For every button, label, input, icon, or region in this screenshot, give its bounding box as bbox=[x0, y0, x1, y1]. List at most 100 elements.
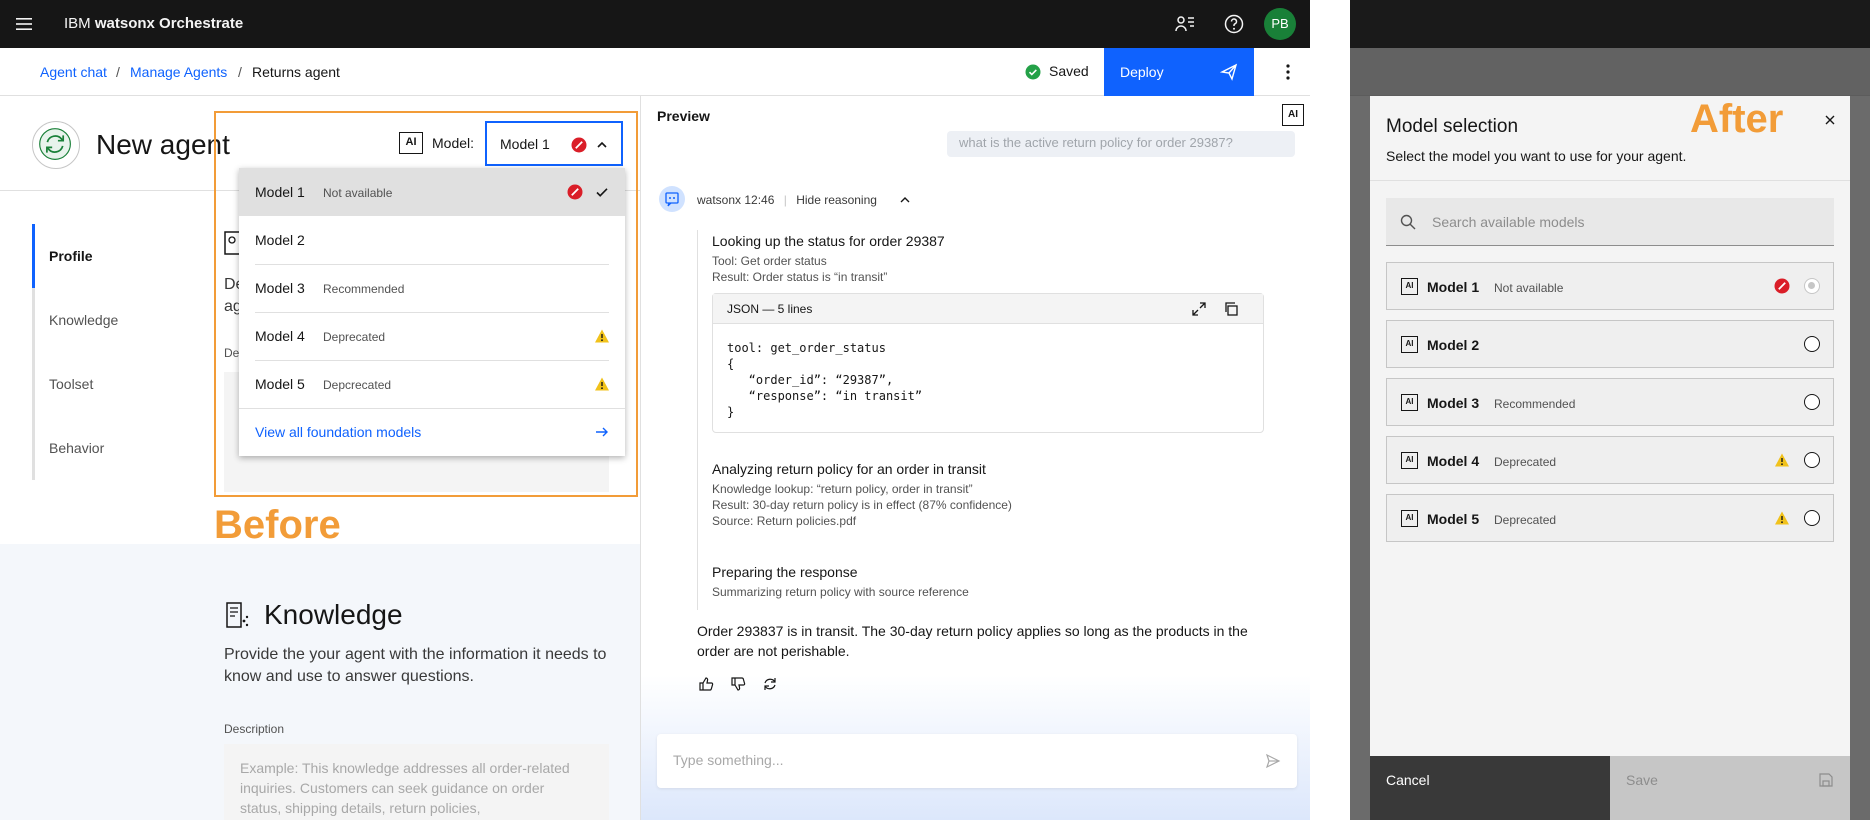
ai-badge: AI bbox=[1282, 104, 1304, 126]
save-button[interactable]: Save bbox=[1610, 756, 1850, 820]
knowledge-description-label: Description bbox=[224, 722, 285, 736]
radio-button[interactable] bbox=[1804, 336, 1820, 352]
ai-icon: AI bbox=[1401, 452, 1418, 469]
cancel-button[interactable]: Cancel bbox=[1370, 756, 1610, 820]
model-option-name: Model 4 bbox=[1427, 453, 1480, 469]
modal-title: Model selection bbox=[1386, 116, 1519, 137]
bot-avatar bbox=[659, 186, 685, 212]
model-option-name: Model 5 bbox=[1427, 511, 1480, 527]
radio-button-disabled bbox=[1804, 278, 1820, 294]
breadcrumb-separator: / bbox=[238, 64, 242, 80]
reasoning-step-detail: Source: Return policies.pdf bbox=[712, 514, 857, 528]
sidenav-item-profile[interactable]: Profile bbox=[32, 224, 182, 288]
before-app-window: IBM watsonx Orchestrate PB Agent chat / … bbox=[0, 0, 1310, 820]
model-option-name: Model 1 bbox=[1427, 279, 1480, 295]
copy-icon[interactable] bbox=[1223, 301, 1239, 317]
radio-button[interactable] bbox=[1804, 452, 1820, 468]
model-option-status: Deprecated bbox=[1494, 513, 1557, 527]
knowledge-description: Provide the your agent with the informat… bbox=[224, 646, 607, 685]
knowledge-description-input[interactable]: Example: This knowledge addresses all or… bbox=[224, 744, 609, 820]
regenerate-icon[interactable] bbox=[762, 676, 778, 692]
product-name[interactable]: IBM watsonx Orchestrate bbox=[64, 15, 243, 32]
deploy-button[interactable]: Deploy bbox=[1104, 48, 1254, 96]
radio-button[interactable] bbox=[1804, 394, 1820, 410]
dimmed-header bbox=[1350, 0, 1870, 48]
model-option-5[interactable]: AI Model 5 Deprecated bbox=[1386, 494, 1834, 542]
thumbs-up-icon[interactable] bbox=[698, 676, 714, 692]
warning-icon bbox=[1775, 453, 1789, 467]
reasoning-step-title: Analyzing return policy for an order in … bbox=[712, 461, 986, 477]
overflow-menu-icon[interactable] bbox=[1280, 62, 1296, 82]
chat-input-placeholder: Type something... bbox=[673, 752, 784, 768]
bot-message-meta: watsonx 12:46 | Hide reasoning bbox=[697, 193, 877, 207]
error-icon bbox=[1774, 278, 1790, 294]
breadcrumb-separator: / bbox=[116, 64, 120, 80]
top-header: IBM watsonx Orchestrate PB bbox=[0, 0, 1310, 48]
radio-button[interactable] bbox=[1804, 510, 1820, 526]
sidenav-item-knowledge[interactable]: Knowledge bbox=[32, 288, 182, 352]
send-icon bbox=[1220, 63, 1238, 81]
model-search-input[interactable]: Search available models bbox=[1386, 198, 1834, 246]
sidenav-item-toolset[interactable]: Toolset bbox=[32, 352, 182, 416]
ai-icon: AI bbox=[1401, 336, 1418, 353]
after-annotation-label: After bbox=[1690, 97, 1784, 141]
chat-bot-icon bbox=[665, 192, 679, 207]
bot-answer: Order 293837 is in transit. The 30-day r… bbox=[697, 623, 1248, 659]
knowledge-title: Knowledge bbox=[264, 599, 403, 630]
model-option-status: Not available bbox=[1494, 281, 1564, 295]
saved-status: Saved bbox=[1049, 63, 1089, 79]
ai-icon: AI bbox=[1401, 394, 1418, 411]
reasoning-step-title: Looking up the status for order 29387 bbox=[712, 233, 945, 249]
model-option-3[interactable]: AI Model 3 Recommended bbox=[1386, 378, 1834, 426]
code-snippet-card: JSON — 5 lines tool: get_order_status { … bbox=[712, 293, 1264, 433]
preview-title: Preview bbox=[657, 108, 710, 124]
warning-icon bbox=[1775, 511, 1789, 525]
close-icon[interactable] bbox=[1822, 112, 1838, 128]
comparison-gap bbox=[1310, 0, 1350, 820]
reasoning-step-title: Preparing the response bbox=[712, 564, 858, 580]
bot-time: 12:46 bbox=[744, 193, 775, 207]
menu-icon[interactable] bbox=[14, 14, 34, 34]
chevron-up-icon[interactable] bbox=[899, 194, 911, 206]
before-annotation-label: Before bbox=[214, 503, 341, 547]
breadcrumb-agent-chat[interactable]: Agent chat bbox=[40, 64, 107, 80]
bot-name: watsonx bbox=[697, 193, 742, 207]
model-option-status: Recommended bbox=[1494, 397, 1576, 411]
help-icon[interactable] bbox=[1222, 12, 1246, 36]
agent-avatar bbox=[32, 121, 80, 169]
breadcrumb-current: Returns agent bbox=[252, 64, 340, 80]
before-highlight-box bbox=[214, 111, 638, 497]
refresh-icon bbox=[39, 128, 71, 160]
user-avatar[interactable]: PB bbox=[1264, 8, 1296, 40]
model-option-name: Model 2 bbox=[1427, 337, 1480, 353]
sidenav-item-behavior[interactable]: Behavior bbox=[32, 416, 182, 480]
code-snippet-header: JSON — 5 lines bbox=[713, 294, 1263, 324]
model-option-1[interactable]: AI Model 1 Not available bbox=[1386, 262, 1834, 310]
modal-divider bbox=[1370, 180, 1850, 181]
reasoning-step-detail: Knowledge lookup: “return policy, order … bbox=[712, 482, 973, 496]
knowledge-description-placeholder: Example: This knowledge addresses all or… bbox=[240, 760, 570, 816]
user-message-bubble: what is the active return policy for ord… bbox=[947, 131, 1295, 157]
reasoning-step-detail: Result: Order status is “in transit” bbox=[712, 270, 888, 284]
code-snippet-body: tool: get_order_status { “order_id”: “29… bbox=[727, 341, 923, 419]
breadcrumb-manage-agents[interactable]: Manage Agents bbox=[130, 64, 227, 80]
knowledge-icon bbox=[226, 602, 249, 628]
reasoning-rail bbox=[697, 230, 698, 610]
chat-input[interactable]: Type something... bbox=[657, 734, 1297, 788]
modal-subtitle: Select the model you want to use for you… bbox=[1386, 148, 1687, 164]
thumbs-down-icon[interactable] bbox=[730, 676, 746, 692]
model-option-status: Deprecated bbox=[1494, 455, 1557, 469]
reasoning-step-detail: Result: 30-day return policy is in effec… bbox=[712, 498, 1012, 512]
reasoning-step-detail: Tool: Get order status bbox=[712, 254, 827, 268]
model-option-2[interactable]: AI Model 2 bbox=[1386, 320, 1834, 368]
ai-icon: AI bbox=[1401, 278, 1418, 295]
ai-icon: AI bbox=[1401, 510, 1418, 527]
model-option-4[interactable]: AI Model 4 Deprecated bbox=[1386, 436, 1834, 484]
reasoning-step-detail: Summarizing return policy with source re… bbox=[712, 585, 969, 599]
hide-reasoning-toggle[interactable]: Hide reasoning bbox=[796, 193, 877, 207]
send-icon[interactable] bbox=[1265, 753, 1281, 769]
search-icon bbox=[1400, 214, 1416, 230]
user-switch-icon[interactable] bbox=[1173, 12, 1197, 36]
expand-icon[interactable] bbox=[1191, 301, 1207, 317]
preview-pane: Preview AI what is the active return pol… bbox=[640, 96, 1310, 820]
